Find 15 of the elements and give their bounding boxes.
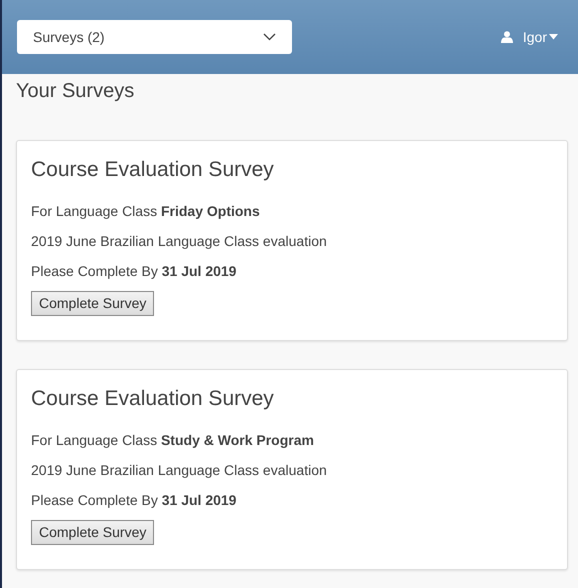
survey-description: 2019 June Brazilian Language Class evaluation bbox=[31, 461, 328, 480]
chevron-down-icon bbox=[263, 33, 276, 41]
page-title: Your Surveys bbox=[16, 79, 136, 104]
survey-description: 2019 June Brazilian Language Class evaluation bbox=[31, 232, 328, 251]
user-icon bbox=[500, 31, 513, 43]
class-line: For Language Class Study & Work Program bbox=[31, 431, 315, 450]
due-date-line: Please Complete By 31 Jul 2019 bbox=[31, 262, 238, 281]
survey-select[interactable]: Surveys (2) bbox=[17, 20, 292, 54]
complete-survey-button[interactable]: Complete Survey bbox=[31, 520, 154, 545]
survey-title: Course Evaluation Survey bbox=[31, 157, 275, 183]
caret-icon bbox=[549, 34, 558, 40]
complete-survey-button[interactable]: Complete Survey bbox=[31, 291, 154, 316]
survey-title: Course Evaluation Survey bbox=[31, 386, 275, 412]
class-line: For Language Class Friday Options bbox=[31, 202, 261, 221]
due-date-line: Please Complete By 31 Jul 2019 bbox=[31, 491, 238, 510]
